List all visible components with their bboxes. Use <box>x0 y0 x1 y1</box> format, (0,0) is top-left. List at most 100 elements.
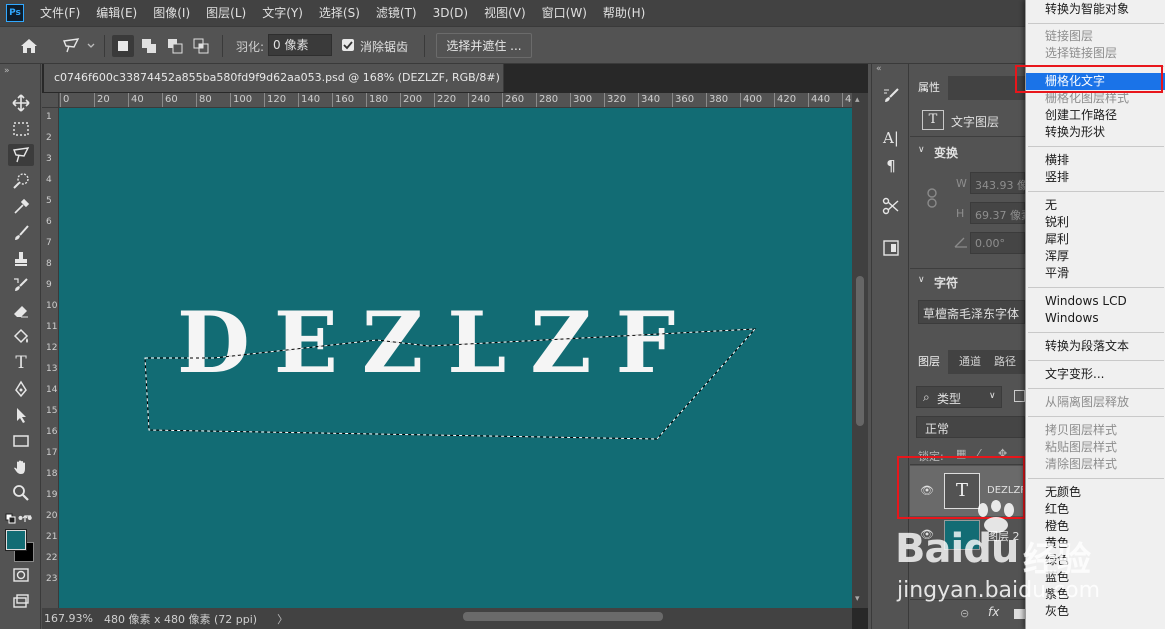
menu-select[interactable]: 选择(S) <box>311 0 368 26</box>
type-tool-icon[interactable]: T <box>8 352 34 374</box>
ruler-tick <box>196 93 197 107</box>
menu-item-warp-text[interactable]: 文字变形... <box>1026 366 1165 383</box>
menu-view[interactable]: 视图(V) <box>476 0 534 26</box>
tab-paths[interactable]: 路径 <box>994 350 1016 374</box>
link-icon[interactable] <box>926 188 938 211</box>
polygonal-lasso-tool-icon[interactable] <box>8 144 34 166</box>
intersect-selection-button[interactable] <box>190 35 212 57</box>
menu-file[interactable]: 文件(F) <box>32 0 88 26</box>
brush-settings-icon[interactable] <box>878 84 904 108</box>
menu-item-windows[interactable]: Windows <box>1026 310 1165 327</box>
tab-layers[interactable]: 图层 <box>910 350 948 374</box>
menu-layer[interactable]: 图层(L) <box>198 0 254 26</box>
menu-item-aa-smooth[interactable]: 平滑 <box>1026 265 1165 282</box>
menu-item-convert-to-shape[interactable]: 转换为形状 <box>1026 124 1165 141</box>
link-layers-icon[interactable]: ⊝ <box>960 607 969 620</box>
menu-item-create-work-path[interactable]: 创建工作路径 <box>1026 107 1165 124</box>
menu-item-convert-paragraph[interactable]: 转换为段落文本 <box>1026 338 1165 355</box>
add-selection-button[interactable] <box>138 35 160 57</box>
canvas[interactable]: DEZLZF <box>59 108 852 608</box>
move-tool-icon[interactable] <box>8 92 34 114</box>
ruler-tick-label: 420 <box>777 94 797 105</box>
new-selection-button[interactable] <box>112 35 134 57</box>
layers-header: 图层 通道 路径 <box>910 350 1025 374</box>
screen-mode-icon[interactable] <box>8 590 34 612</box>
menu-type[interactable]: 文字(Y) <box>254 0 311 26</box>
subtract-selection-button[interactable] <box>164 35 186 57</box>
chevron-down-icon[interactable]: ∨ <box>918 275 925 285</box>
menu-window[interactable]: 窗口(W) <box>534 0 595 26</box>
default-colors-icon[interactable] <box>5 513 35 530</box>
vertical-scroll-thumb[interactable] <box>856 276 864 426</box>
feather-input[interactable]: 0 像素 <box>268 34 332 56</box>
menu-3d[interactable]: 3D(D) <box>425 0 476 26</box>
clone-source-icon[interactable] <box>878 236 904 260</box>
ruler-tick-label: 4 <box>46 175 52 185</box>
collapse-icon[interactable]: » <box>4 66 10 76</box>
polygonal-lasso-preset-icon[interactable] <box>58 35 98 57</box>
hand-tool-icon[interactable] <box>8 456 34 478</box>
quick-selection-tool-icon[interactable] <box>8 170 34 192</box>
tab-channels[interactable]: 通道 <box>959 350 981 374</box>
scroll-up-icon[interactable]: ▴ <box>855 95 860 105</box>
ruler-tick-label: 21 <box>46 532 58 542</box>
zoom-tool-icon[interactable] <box>8 482 34 504</box>
width-field[interactable]: 343.93 像 <box>970 172 1028 194</box>
menu-item-windows-lcd[interactable]: Windows LCD <box>1026 293 1165 310</box>
height-field[interactable]: 69.37 像素 <box>970 202 1032 224</box>
menu-edit[interactable]: 编辑(E) <box>88 0 145 26</box>
stamp-tool-icon[interactable] <box>8 248 34 270</box>
rectangle-tool-icon[interactable] <box>8 430 34 452</box>
filter-toggle-icon[interactable] <box>1014 390 1025 402</box>
scroll-down-icon[interactable]: ▾ <box>855 594 860 604</box>
path-selection-tool-icon[interactable] <box>8 404 34 426</box>
document-tab[interactable]: c0746f600c33874452a855ba580fd9f9d62aa053… <box>44 64 504 92</box>
ruler-tick <box>604 93 605 107</box>
watermark-cn: 经验 <box>1023 540 1091 580</box>
foreground-color-swatch[interactable] <box>5 529 27 551</box>
pen-tool-icon[interactable] <box>8 378 34 400</box>
quick-mask-icon[interactable] <box>8 564 34 586</box>
menu-item-copy-style: 拷贝图层样式 <box>1045 423 1118 437</box>
add-mask-icon[interactable] <box>1014 609 1025 619</box>
character-panel-icon[interactable]: A| <box>878 126 904 150</box>
ruler-tick <box>536 93 537 107</box>
history-brush-tool-icon[interactable] <box>8 274 34 296</box>
select-and-mask-button[interactable]: 选择并遮住 ... <box>436 33 532 58</box>
eyedropper-tool-icon[interactable] <box>8 196 34 218</box>
menu-filter[interactable]: 滤镜(T) <box>368 0 425 26</box>
eraser-tool-icon[interactable] <box>8 300 34 322</box>
brush-tool-icon[interactable] <box>8 222 34 244</box>
angle-field[interactable]: 0.00° <box>970 232 1025 254</box>
paint-bucket-tool-icon[interactable] <box>8 326 34 348</box>
menu-item-convert-smart-object[interactable]: 转换为智能对象 <box>1026 1 1165 18</box>
home-icon[interactable] <box>16 35 42 57</box>
ruler-tick <box>230 93 231 107</box>
menu-item-aa-crisp[interactable]: 犀利 <box>1026 231 1165 248</box>
ruler-tick <box>502 93 503 107</box>
tab-properties[interactable]: 属性 <box>910 76 948 100</box>
ruler-tick-label: 200 <box>403 94 423 105</box>
menu-item-vertical[interactable]: 竖排 <box>1026 169 1165 186</box>
ruler-origin[interactable] <box>42 93 59 108</box>
ruler-tick <box>264 93 265 107</box>
menu-help[interactable]: 帮助(H) <box>595 0 653 26</box>
tool-presets-icon[interactable] <box>878 194 904 218</box>
menu-item-aa-strong[interactable]: 浑厚 <box>1026 248 1165 265</box>
chevron-down-icon[interactable]: ∨ <box>918 145 925 155</box>
menu-item-aa-none[interactable]: 无 <box>1026 197 1165 214</box>
status-arrow-icon[interactable]: 〉 <box>277 611 288 627</box>
marquee-tool-icon[interactable] <box>8 118 34 140</box>
zoom-level[interactable]: 167.93% <box>42 612 94 625</box>
font-family-select[interactable]: 草檀斋毛泽东字体 <box>918 300 1025 324</box>
antialias-checkbox[interactable] <box>342 39 354 51</box>
menu-item-aa-sharp[interactable]: 锐利 <box>1026 214 1165 231</box>
collapse-icon[interactable]: « <box>876 64 882 74</box>
horizontal-scroll-thumb[interactable] <box>463 612 663 621</box>
blend-mode-select[interactable]: 正常 <box>916 416 1025 438</box>
menu-item-horizontal[interactable]: 横排 <box>1026 152 1165 169</box>
ruler-tick-label: 17 <box>46 448 58 458</box>
layer-filter-select[interactable]: ⌕ 类型 ∨ <box>916 386 1002 408</box>
menu-image[interactable]: 图像(I) <box>145 0 198 26</box>
paragraph-panel-icon[interactable]: ¶ <box>878 154 904 178</box>
